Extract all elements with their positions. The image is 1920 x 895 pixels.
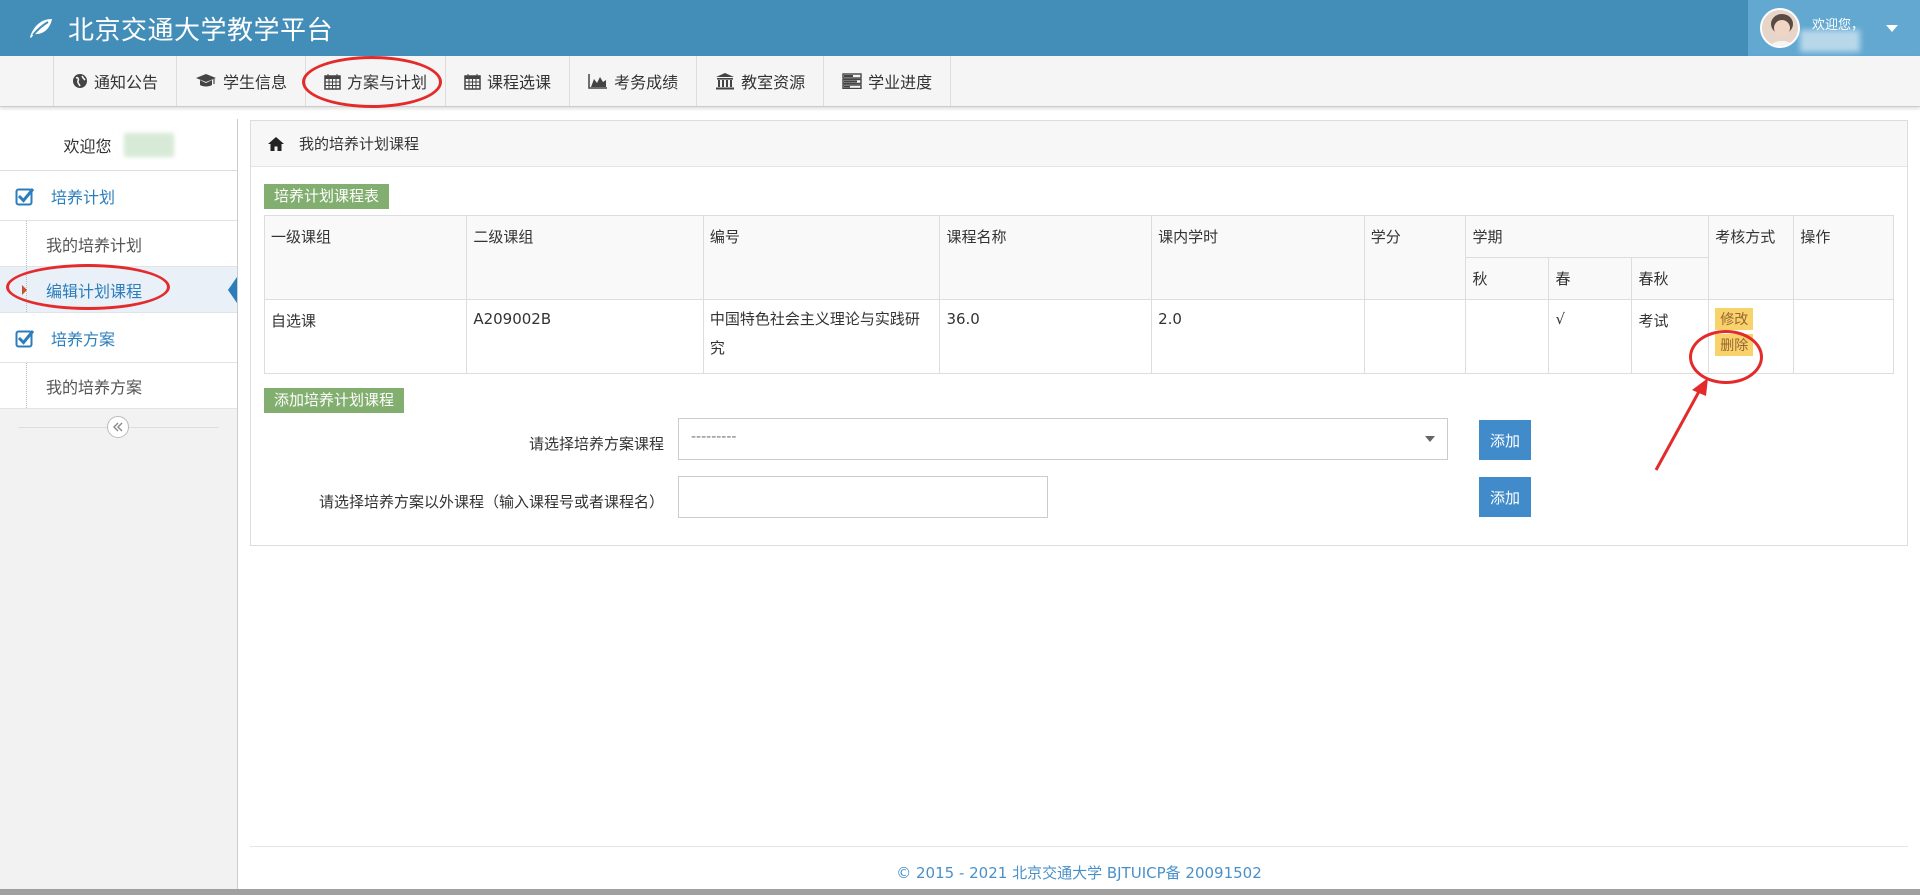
top-header-bar: 北京交通大学教学平台 欢迎您， <box>0 0 1920 56</box>
col-header-hours: 课内学时 <box>1151 215 1365 300</box>
col-header-action: 操作 <box>1793 215 1894 300</box>
delete-button[interactable]: 删除 <box>1715 334 1754 356</box>
brand[interactable]: 北京交通大学教学平台 <box>28 10 333 46</box>
plan-table: 一级课组 二级课组 编号 课程名称 课内学时 学分 学期 考核方式 操作 秋 春… <box>263 215 1894 374</box>
other-course-input[interactable] <box>678 476 1048 518</box>
nav-label: 学业进度 <box>868 73 933 92</box>
cell-term-spring: √ <box>1548 299 1633 374</box>
cell-group1: 自选课 <box>263 299 468 374</box>
sidebar-group-label: 培养方案 <box>51 329 116 349</box>
sidebar-collapse-button[interactable] <box>107 416 129 438</box>
sidebar-collapse <box>0 409 237 445</box>
add-scheme-course-button[interactable]: 添加 <box>1479 420 1531 460</box>
edit-button[interactable]: 修改 <box>1715 308 1754 330</box>
nav-item-classrooms[interactable]: 教室资源 <box>697 56 825 106</box>
tasks-icon <box>842 73 862 89</box>
select-value: --------- <box>691 429 737 445</box>
sidebar-item-label: 我的培养计划 <box>46 235 143 255</box>
col-header-credit: 学分 <box>1363 215 1467 300</box>
footer: © 2015 - 2021 北京交通大学 BJTUICP备 20091502 <box>896 864 1262 882</box>
main-nav: 通知公告 学生信息 方案与计划 课程选课 考务成绩 教室资源 学业进度 <box>0 56 1920 107</box>
cell-exam: 修改 删除 <box>1708 299 1795 374</box>
chevron-down-icon <box>1425 436 1435 442</box>
caret-right-icon <box>22 285 27 295</box>
add-other-course-button[interactable]: 添加 <box>1479 477 1531 517</box>
leaf-icon <box>30 19 52 38</box>
area-chart-icon <box>588 74 608 89</box>
cell-name: 36.0 <box>939 299 1153 374</box>
calendar-icon <box>464 73 481 90</box>
user-avatar <box>1760 8 1800 48</box>
graduation-cap-icon <box>196 74 217 87</box>
col-header-term: 学期 <box>1465 215 1710 258</box>
sidebar-item-label: 编辑计划课程 <box>46 281 143 301</box>
select-course-label: 请选择培养方案课程 <box>528 435 664 453</box>
sidebar-item-my-scheme[interactable]: 我的培养方案 <box>0 363 237 409</box>
cell-hours: 2.0 <box>1151 299 1365 374</box>
cell-action <box>1793 299 1894 374</box>
nav-label: 课程选课 <box>487 73 552 92</box>
breadcrumb: 我的培养计划课程 <box>251 121 1907 167</box>
home-icon[interactable] <box>267 136 285 152</box>
globe-icon <box>73 74 87 88</box>
col-header-group1: 一级课组 <box>263 215 468 300</box>
col-header-group2: 二级课组 <box>466 215 704 300</box>
col-header-exam: 考核方式 <box>1708 215 1795 300</box>
user-name-redacted <box>1800 30 1860 52</box>
sidebar-group-training-scheme[interactable]: 培养方案 <box>0 313 237 363</box>
nav-label: 教室资源 <box>741 73 806 92</box>
cell-term-both: 考试 <box>1631 299 1710 374</box>
user-name-redacted <box>123 132 174 157</box>
nav-label: 方案与计划 <box>347 73 428 92</box>
sidebar-welcome-text: 欢迎您 <box>63 136 112 156</box>
cell-term-autumn <box>1465 299 1550 374</box>
window-bottom-edge <box>0 889 1920 895</box>
page-title: 我的培养计划课程 <box>299 135 420 153</box>
nav-label: 考务成绩 <box>614 73 679 92</box>
cell-code: 中国特色社会主义理论与实践研究 <box>702 299 941 374</box>
cell-group2: A209002B <box>466 299 704 374</box>
building-icon <box>716 73 735 90</box>
sidebar-welcome: 欢迎您 <box>0 119 237 171</box>
caret-down-icon[interactable] <box>1886 25 1898 32</box>
sidebar-group-label: 培养计划 <box>51 187 116 207</box>
col-header-term-autumn: 秋 <box>1465 257 1550 300</box>
brand-title: 北京交通大学教学平台 <box>68 15 334 46</box>
sidebar: 欢迎您 培养计划 我的培养计划 编辑计划课程 培养方案 我的培养方案 <box>0 119 238 895</box>
nav-item-student-info[interactable]: 学生信息 <box>177 56 307 106</box>
double-chevron-left-icon <box>113 422 123 432</box>
checkbox-checked-icon <box>15 329 35 347</box>
other-course-label: 请选择培养方案以外课程（输入课程号或者课程名） <box>318 493 664 511</box>
plan-table-label: 培养计划课程表 <box>264 184 390 209</box>
sidebar-item-label: 我的培养方案 <box>46 377 143 397</box>
add-section-label: 添加培养计划课程 <box>264 388 405 413</box>
nav-label: 学生信息 <box>223 73 288 92</box>
scheme-course-select[interactable]: --------- <box>678 418 1448 460</box>
cell-credit <box>1363 299 1467 374</box>
col-header-name: 课程名称 <box>939 215 1153 300</box>
checkbox-checked-icon <box>15 187 35 205</box>
sidebar-item-my-plan[interactable]: 我的培养计划 <box>0 221 237 267</box>
col-header-term-both: 春秋 <box>1631 257 1710 300</box>
sidebar-item-edit-plan-courses[interactable]: 编辑计划课程 <box>0 267 237 313</box>
table-row: 自选课 A209002B 中国特色社会主义理论与实践研究 36.0 2.0 √ … <box>263 299 1894 374</box>
annotation-arrow <box>1654 378 1708 471</box>
nav-item-notices[interactable]: 通知公告 <box>54 56 178 106</box>
nav-label: 通知公告 <box>94 73 159 92</box>
nav-item-progress[interactable]: 学业进度 <box>824 56 952 106</box>
col-header-term-spring: 春 <box>1548 257 1633 300</box>
sidebar-group-training-plan[interactable]: 培养计划 <box>0 171 237 221</box>
calendar-icon <box>324 73 341 90</box>
nav-item-exams[interactable]: 考务成绩 <box>570 56 698 106</box>
footer-divider <box>250 846 1908 847</box>
nav-item-course-select[interactable]: 课程选课 <box>446 56 571 106</box>
col-header-code: 编号 <box>702 215 941 300</box>
nav-item-plan[interactable]: 方案与计划 <box>306 56 447 106</box>
